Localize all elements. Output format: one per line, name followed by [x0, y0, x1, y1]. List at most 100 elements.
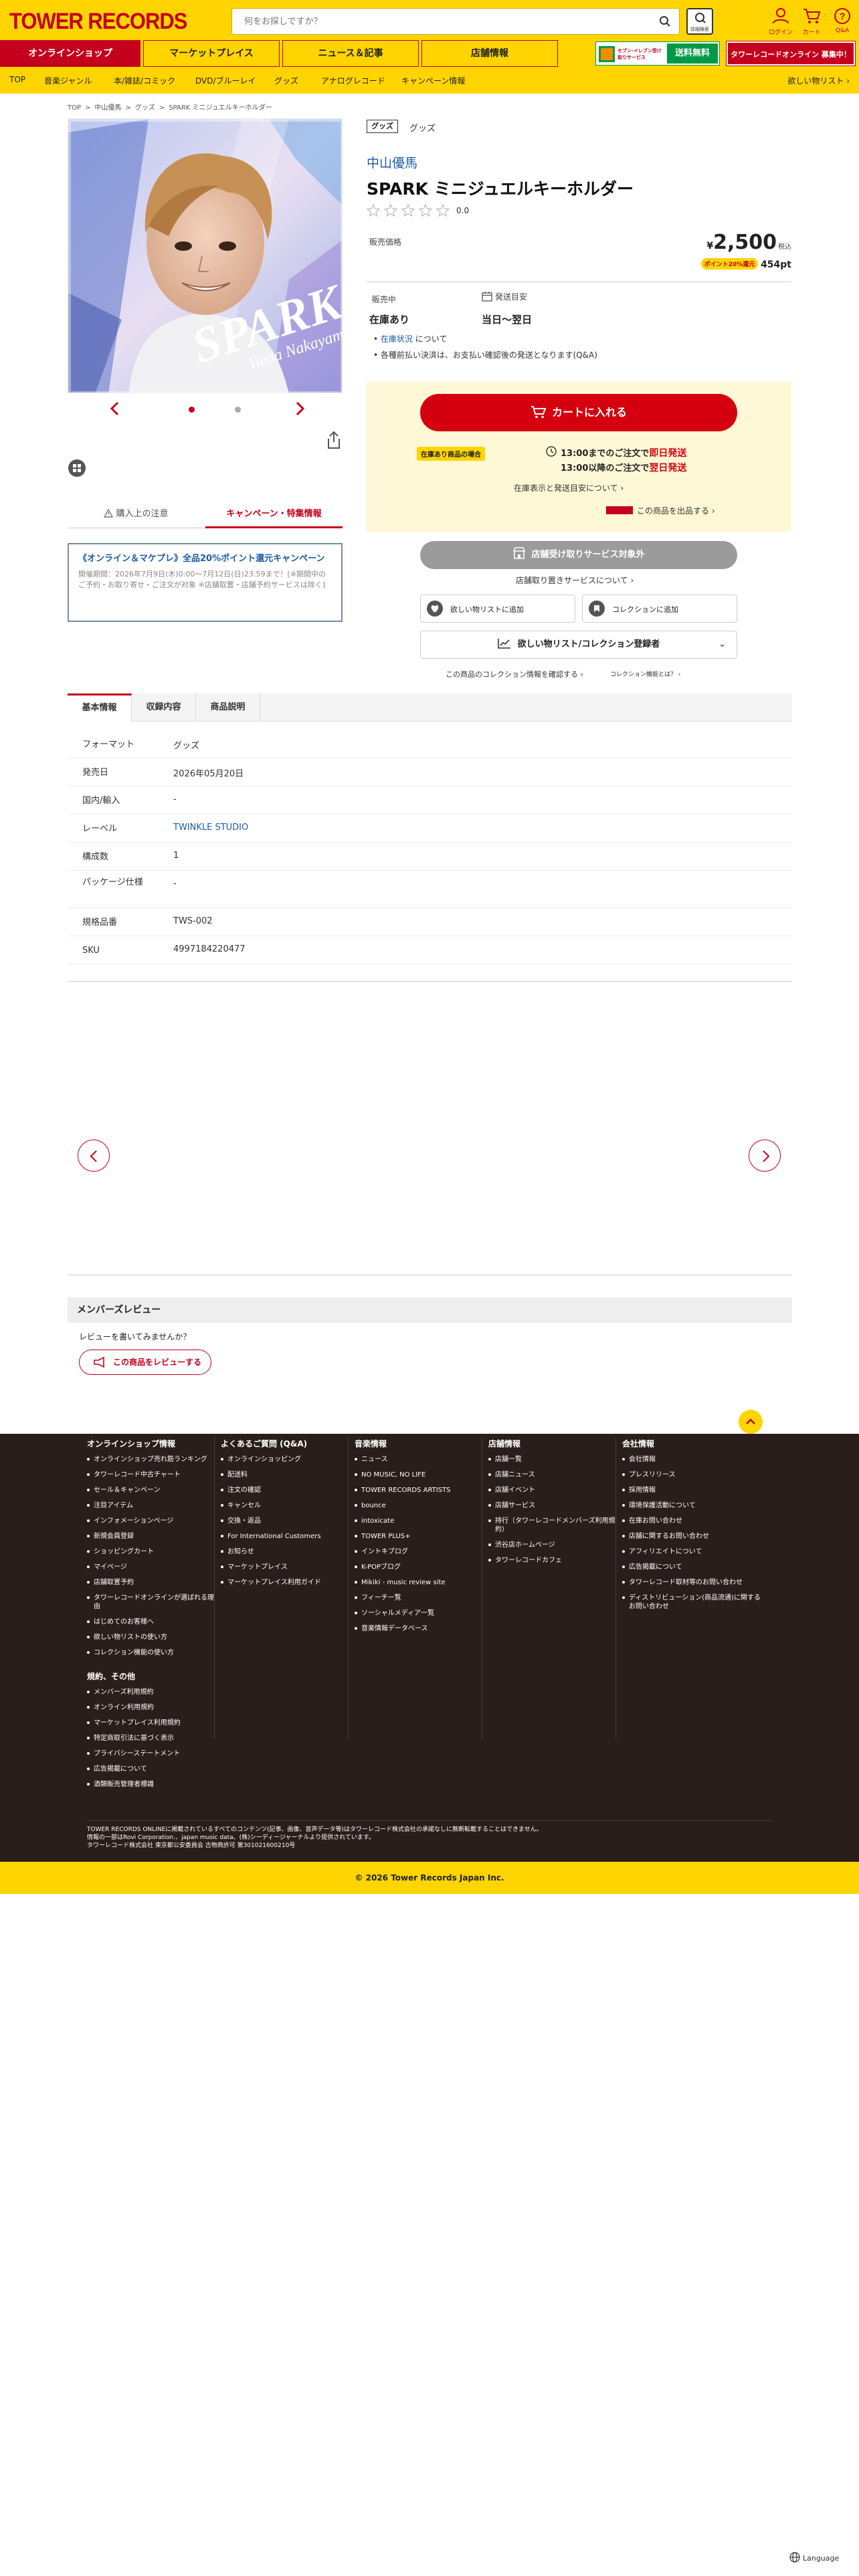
- stock-status-link[interactable]: 在庫状況: [381, 334, 413, 344]
- help-button[interactable]: ? Q&A: [827, 8, 858, 34]
- write-review-button[interactable]: この商品をレビューする: [79, 1350, 211, 1375]
- add-wishlist-button[interactable]: 欲しい物リストに追加: [420, 595, 575, 623]
- footer-link[interactable]: NO MUSIC, NO LIFE: [355, 1471, 482, 1479]
- footer-link[interactable]: 広告掲載について: [87, 1765, 214, 1774]
- footer-link[interactable]: 配送料: [221, 1471, 348, 1479]
- footer-link[interactable]: TOWER RECORDS ARTISTS: [355, 1486, 482, 1495]
- footer-link[interactable]: お知らせ: [221, 1547, 348, 1556]
- carousel-dot-1[interactable]: [189, 407, 195, 413]
- breadcrumb-item[interactable]: グッズ: [135, 104, 155, 112]
- footer-link[interactable]: 特定商取引法に基づく表示: [87, 1734, 214, 1743]
- tab-basic-info[interactable]: 基本情報: [68, 693, 132, 722]
- product-image[interactable]: SPARK Yuma Nakayama: [68, 118, 343, 393]
- footer-link[interactable]: 在庫お問い合わせ: [622, 1517, 763, 1525]
- back-to-top-button[interactable]: [739, 1410, 763, 1434]
- footer-link[interactable]: キャンセル: [221, 1501, 348, 1510]
- collection-what-link[interactable]: コレクション機能とは？ ›: [610, 669, 680, 678]
- footer-link[interactable]: TOWER PLUS+: [355, 1532, 482, 1541]
- footer-link[interactable]: タワーレコードカフェ: [488, 1556, 615, 1565]
- footer-link[interactable]: intoxicate: [355, 1517, 482, 1525]
- footer-link[interactable]: ディストリビューション(商品流通)に関するお問い合わせ: [622, 1594, 763, 1611]
- tab-marketplace[interactable]: マーケットプレイス: [143, 40, 280, 67]
- stock-ship-link[interactable]: 在庫表示と発送目安について ›: [514, 482, 624, 494]
- footer-link[interactable]: マーケットプレイス利用ガイド: [221, 1578, 348, 1587]
- wishlist-link[interactable]: 欲しい物リスト ›: [787, 75, 850, 86]
- footer-link[interactable]: セール＆キャンペーン: [87, 1486, 214, 1495]
- footer-link[interactable]: 採用情報: [622, 1486, 763, 1495]
- footer-link[interactable]: 店舗イベント: [488, 1486, 615, 1495]
- footer-link[interactable]: イントキブログ: [355, 1547, 482, 1556]
- footer-link[interactable]: オンライン利用規約: [87, 1703, 214, 1712]
- carousel-dot-2[interactable]: [235, 407, 241, 413]
- footer-link[interactable]: 欲しい物リストの使い方: [87, 1633, 214, 1642]
- campaign-box[interactable]: 《オンライン＆マケプレ》全品20%ポイント還元キャンペーン 開催期間：2026年…: [68, 543, 343, 622]
- login-button[interactable]: ログイン: [765, 8, 796, 36]
- footer-link[interactable]: ニュース: [355, 1455, 482, 1464]
- sell-link[interactable]: この商品を出品する ›: [606, 505, 715, 516]
- recommend-prev-button[interactable]: [78, 1140, 110, 1172]
- footer-link[interactable]: 持行（タワーレコードメンバーズ利用規約）: [488, 1517, 615, 1534]
- subnav-item[interactable]: 本/雑誌/コミック: [114, 75, 175, 86]
- footer-link[interactable]: For International Customers: [221, 1532, 348, 1541]
- spec-value[interactable]: TWINKLE STUDIO: [173, 823, 248, 833]
- carousel-next-icon[interactable]: [295, 401, 306, 416]
- subnav-item[interactable]: TOP: [9, 75, 25, 84]
- tab-stores[interactable]: 店舗情報: [421, 40, 558, 67]
- campaign-title[interactable]: 《オンライン＆マケプレ》全品20%ポイント還元キャンペーン: [78, 552, 332, 565]
- breadcrumb-item[interactable]: TOP: [68, 104, 81, 112]
- footer-link[interactable]: プレスリリース: [622, 1471, 763, 1479]
- footer-link[interactable]: インフォメーションページ: [87, 1517, 214, 1525]
- search-icon[interactable]: [659, 15, 671, 27]
- footer-link[interactable]: オンラインショッピング: [221, 1455, 348, 1464]
- recommend-next-button[interactable]: [749, 1140, 781, 1172]
- subnav-item[interactable]: アナログレコード: [321, 75, 385, 86]
- footer-link[interactable]: 店舗サービス: [488, 1501, 615, 1510]
- footer-link[interactable]: bounce: [355, 1501, 482, 1510]
- footer-link[interactable]: 酒類販売管理者標識: [87, 1780, 214, 1789]
- footer-link[interactable]: アフィリエイトについて: [622, 1547, 763, 1556]
- footer-link[interactable]: コレクション機能の使い方: [87, 1648, 214, 1657]
- footer-link[interactable]: オンラインショップ売れ筋ランキング: [87, 1455, 214, 1464]
- footer-link[interactable]: タワーレコード中古チャート: [87, 1471, 214, 1479]
- grid-view-icon[interactable]: [68, 459, 86, 477]
- footer-link[interactable]: ショッピングカート: [87, 1547, 214, 1556]
- cart-header-button[interactable]: カート: [796, 8, 827, 36]
- search-input[interactable]: [232, 9, 634, 34]
- footer-link[interactable]: 店舗に関するお問い合わせ: [622, 1532, 763, 1541]
- footer-link[interactable]: K-POPブログ: [355, 1563, 482, 1572]
- footer-link[interactable]: ソーシャルメディア一覧: [355, 1609, 482, 1618]
- footer-link[interactable]: はじめてのお客様へ: [87, 1618, 214, 1626]
- collection-info-link[interactable]: この商品のコレクション情報を確認する ›: [446, 669, 583, 679]
- footer-link[interactable]: 注目アイテム: [87, 1501, 214, 1510]
- footer-link[interactable]: 広告掲載について: [622, 1563, 763, 1572]
- store-hold-link[interactable]: 店舗取り置きサービスについて ›: [516, 574, 634, 586]
- footer-link[interactable]: 交換・返品: [221, 1517, 348, 1525]
- registrants-button[interactable]: 欲しい物リスト/コレクション登録者 ⌄: [420, 631, 737, 659]
- tab-contents[interactable]: 収録内容: [132, 693, 196, 722]
- footer-link[interactable]: 店舗一覧: [488, 1455, 615, 1464]
- artist-link[interactable]: 中山優馬: [367, 153, 417, 171]
- footer-link[interactable]: メンバーズ利用規約: [87, 1688, 214, 1697]
- footer-link[interactable]: 店舗ニュース: [488, 1471, 615, 1479]
- footer-link[interactable]: フィーチー覧: [355, 1594, 482, 1602]
- footer-link[interactable]: 会社情報: [622, 1455, 763, 1464]
- footer-link[interactable]: プライバシーステートメント: [87, 1749, 214, 1758]
- search-bar[interactable]: [231, 8, 680, 35]
- language-selector[interactable]: Language: [789, 2552, 839, 2563]
- tab-online-shop[interactable]: オンラインショップ: [0, 40, 140, 67]
- footer-link[interactable]: タワーレコード取材等のお問い合わせ: [622, 1578, 763, 1587]
- tab-purchase-notice[interactable]: 購入上の注意: [68, 500, 205, 528]
- recruit-banner[interactable]: タワーレコードオンライン 募集中！: [726, 41, 856, 66]
- rating-stars[interactable]: [366, 203, 452, 219]
- carousel-prev-icon[interactable]: [109, 401, 120, 416]
- breadcrumb-item[interactable]: 中山優馬: [94, 104, 121, 112]
- footer-link[interactable]: マーケットプレイス: [221, 1563, 348, 1572]
- seven-eleven-banner[interactable]: セブン-イレブン受け取りサービス 送料無料: [595, 41, 720, 66]
- footer-link[interactable]: 環境保護活動について: [622, 1501, 763, 1510]
- footer-link[interactable]: マイページ: [87, 1563, 214, 1572]
- footer-link[interactable]: Mikiki - music review site: [355, 1578, 482, 1587]
- subnav-item[interactable]: DVD/ブルーレイ: [195, 75, 256, 86]
- tab-campaign[interactable]: キャンペーン・特集情報: [205, 500, 343, 528]
- tab-news[interactable]: ニュース＆記事: [282, 40, 419, 67]
- footer-link[interactable]: 注文の確認: [221, 1486, 348, 1495]
